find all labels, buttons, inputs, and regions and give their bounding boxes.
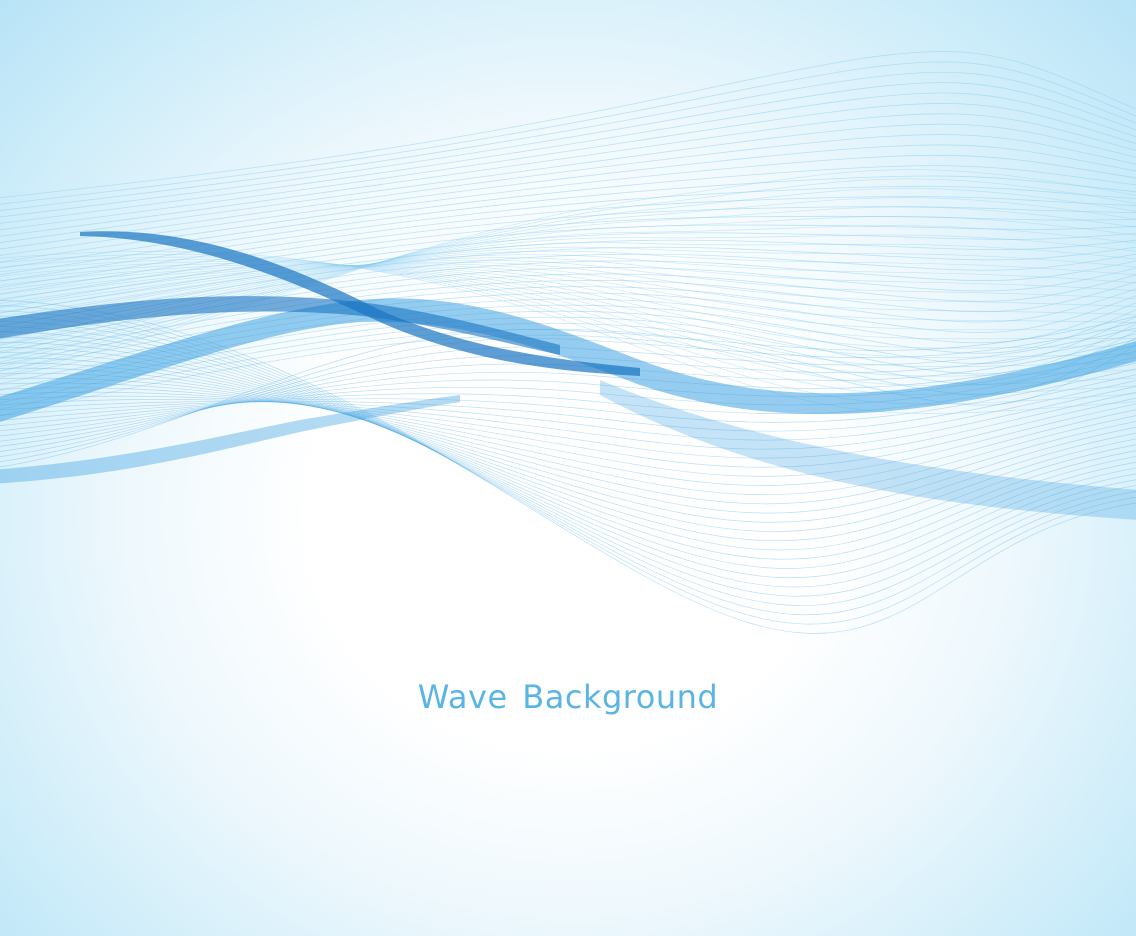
wave-line: [0, 265, 1136, 331]
wave-graphic: [0, 51, 1136, 634]
caption-title: Wave Background: [417, 678, 719, 716]
wave-line: [0, 234, 1136, 345]
wave-line: [0, 103, 1136, 231]
wave-background-canvas: Wave Background: [0, 0, 1136, 936]
wave-ribbon: [0, 395, 460, 484]
wave-mesh-crossing: [0, 169, 1136, 414]
wave-line: [0, 92, 1136, 224]
wave-line: [0, 134, 1136, 250]
